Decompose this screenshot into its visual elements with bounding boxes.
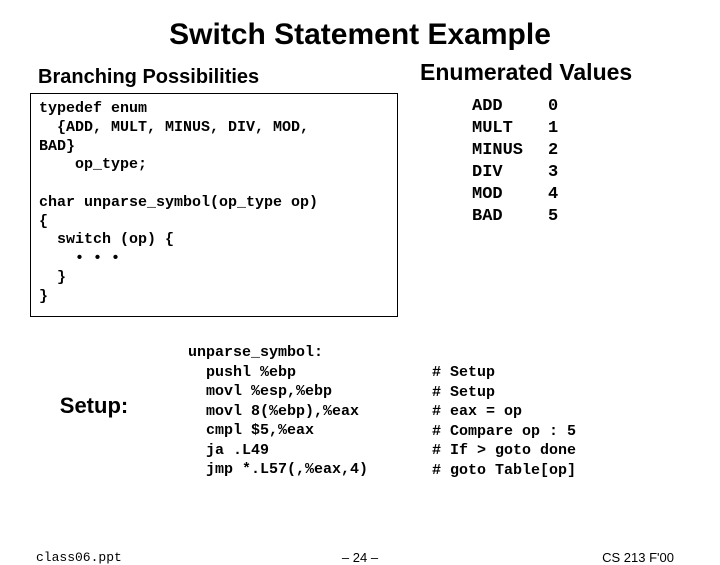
assembly-row: Setup: unparse_symbol: pushl %ebp movl %…: [0, 343, 720, 480]
c-code-box: typedef enum {ADD, MULT, MINUS, DIV, MOD…: [30, 93, 398, 317]
enum-table: ADD0 MULT1 MINUS2 DIV3 MOD4 BAD5: [472, 96, 720, 229]
enum-val: 2: [548, 140, 558, 162]
enum-name: DIV: [472, 162, 548, 184]
enum-name: ADD: [472, 96, 548, 118]
content-row: typedef enum {ADD, MULT, MINUS, DIV, MOD…: [0, 93, 720, 317]
enum-val: 5: [548, 206, 558, 228]
right-column: Enumerated Values ADD0 MULT1 MINUS2 DIV3…: [398, 93, 720, 229]
enum-row: MULT1: [472, 118, 720, 140]
footer-course: CS 213 F'00: [602, 550, 674, 565]
enum-row: MOD4: [472, 184, 720, 206]
enum-row: ADD0: [472, 96, 720, 118]
enum-name: BAD: [472, 206, 548, 228]
assembly-code: unparse_symbol: pushl %ebp movl %esp,%eb…: [188, 343, 432, 480]
enum-val: 0: [548, 96, 558, 118]
setup-label: Setup:: [0, 393, 188, 419]
assembly-comments: # Setup # Setup # eax = op # Compare op …: [432, 363, 576, 480]
enum-row: MINUS2: [472, 140, 720, 162]
enum-val: 3: [548, 162, 558, 184]
enum-name: MULT: [472, 118, 548, 140]
enum-name: MINUS: [472, 140, 548, 162]
slide-title: Switch Statement Example: [0, 18, 720, 52]
enum-val: 1: [548, 118, 558, 140]
enum-row: BAD5: [472, 206, 720, 228]
enum-name: MOD: [472, 184, 548, 206]
enum-title: Enumerated Values: [420, 59, 720, 86]
enum-row: DIV3: [472, 162, 720, 184]
enum-val: 4: [548, 184, 558, 206]
